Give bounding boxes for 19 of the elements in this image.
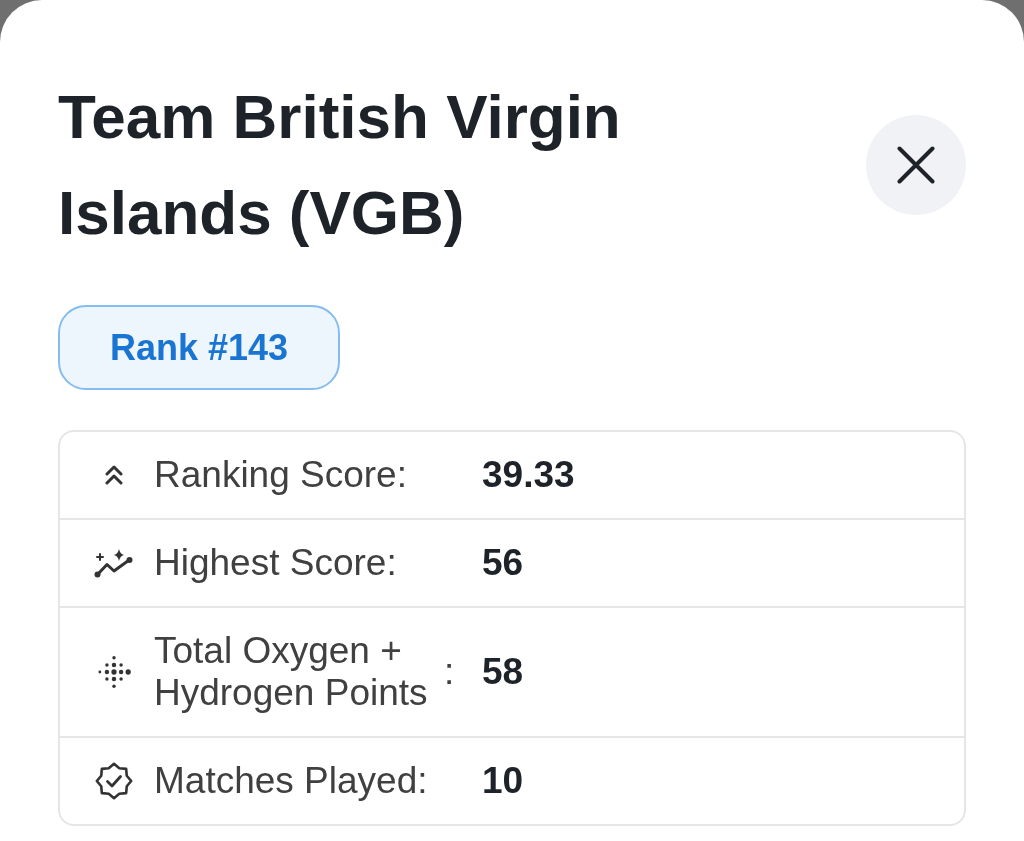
stat-value: 39.33 (482, 454, 575, 496)
stat-value: 56 (482, 542, 524, 584)
stat-label: Highest Score (154, 542, 387, 584)
stat-value: 58 (482, 651, 524, 693)
check-badge-icon (95, 762, 133, 800)
dialog-title: Team British Virgin Islands (VGB) (58, 81, 622, 249)
stat-label: Ranking Score (154, 454, 397, 496)
label-colon: : (417, 760, 428, 802)
stat-value: 10 (482, 760, 524, 802)
label-colon: : (444, 651, 455, 693)
close-icon (897, 146, 935, 184)
rank-badge: Rank #143 (58, 305, 341, 390)
label-colon: : (396, 454, 407, 496)
stat-label: Total Oxygen + Hydrogen Points (154, 630, 429, 714)
dot-grid-icon (97, 655, 131, 689)
label-colon: : (386, 542, 397, 584)
stat-label: Matches Played (154, 760, 418, 802)
double-chevron-up-icon (105, 464, 123, 486)
sparkle-line-chart-icon (94, 548, 134, 578)
